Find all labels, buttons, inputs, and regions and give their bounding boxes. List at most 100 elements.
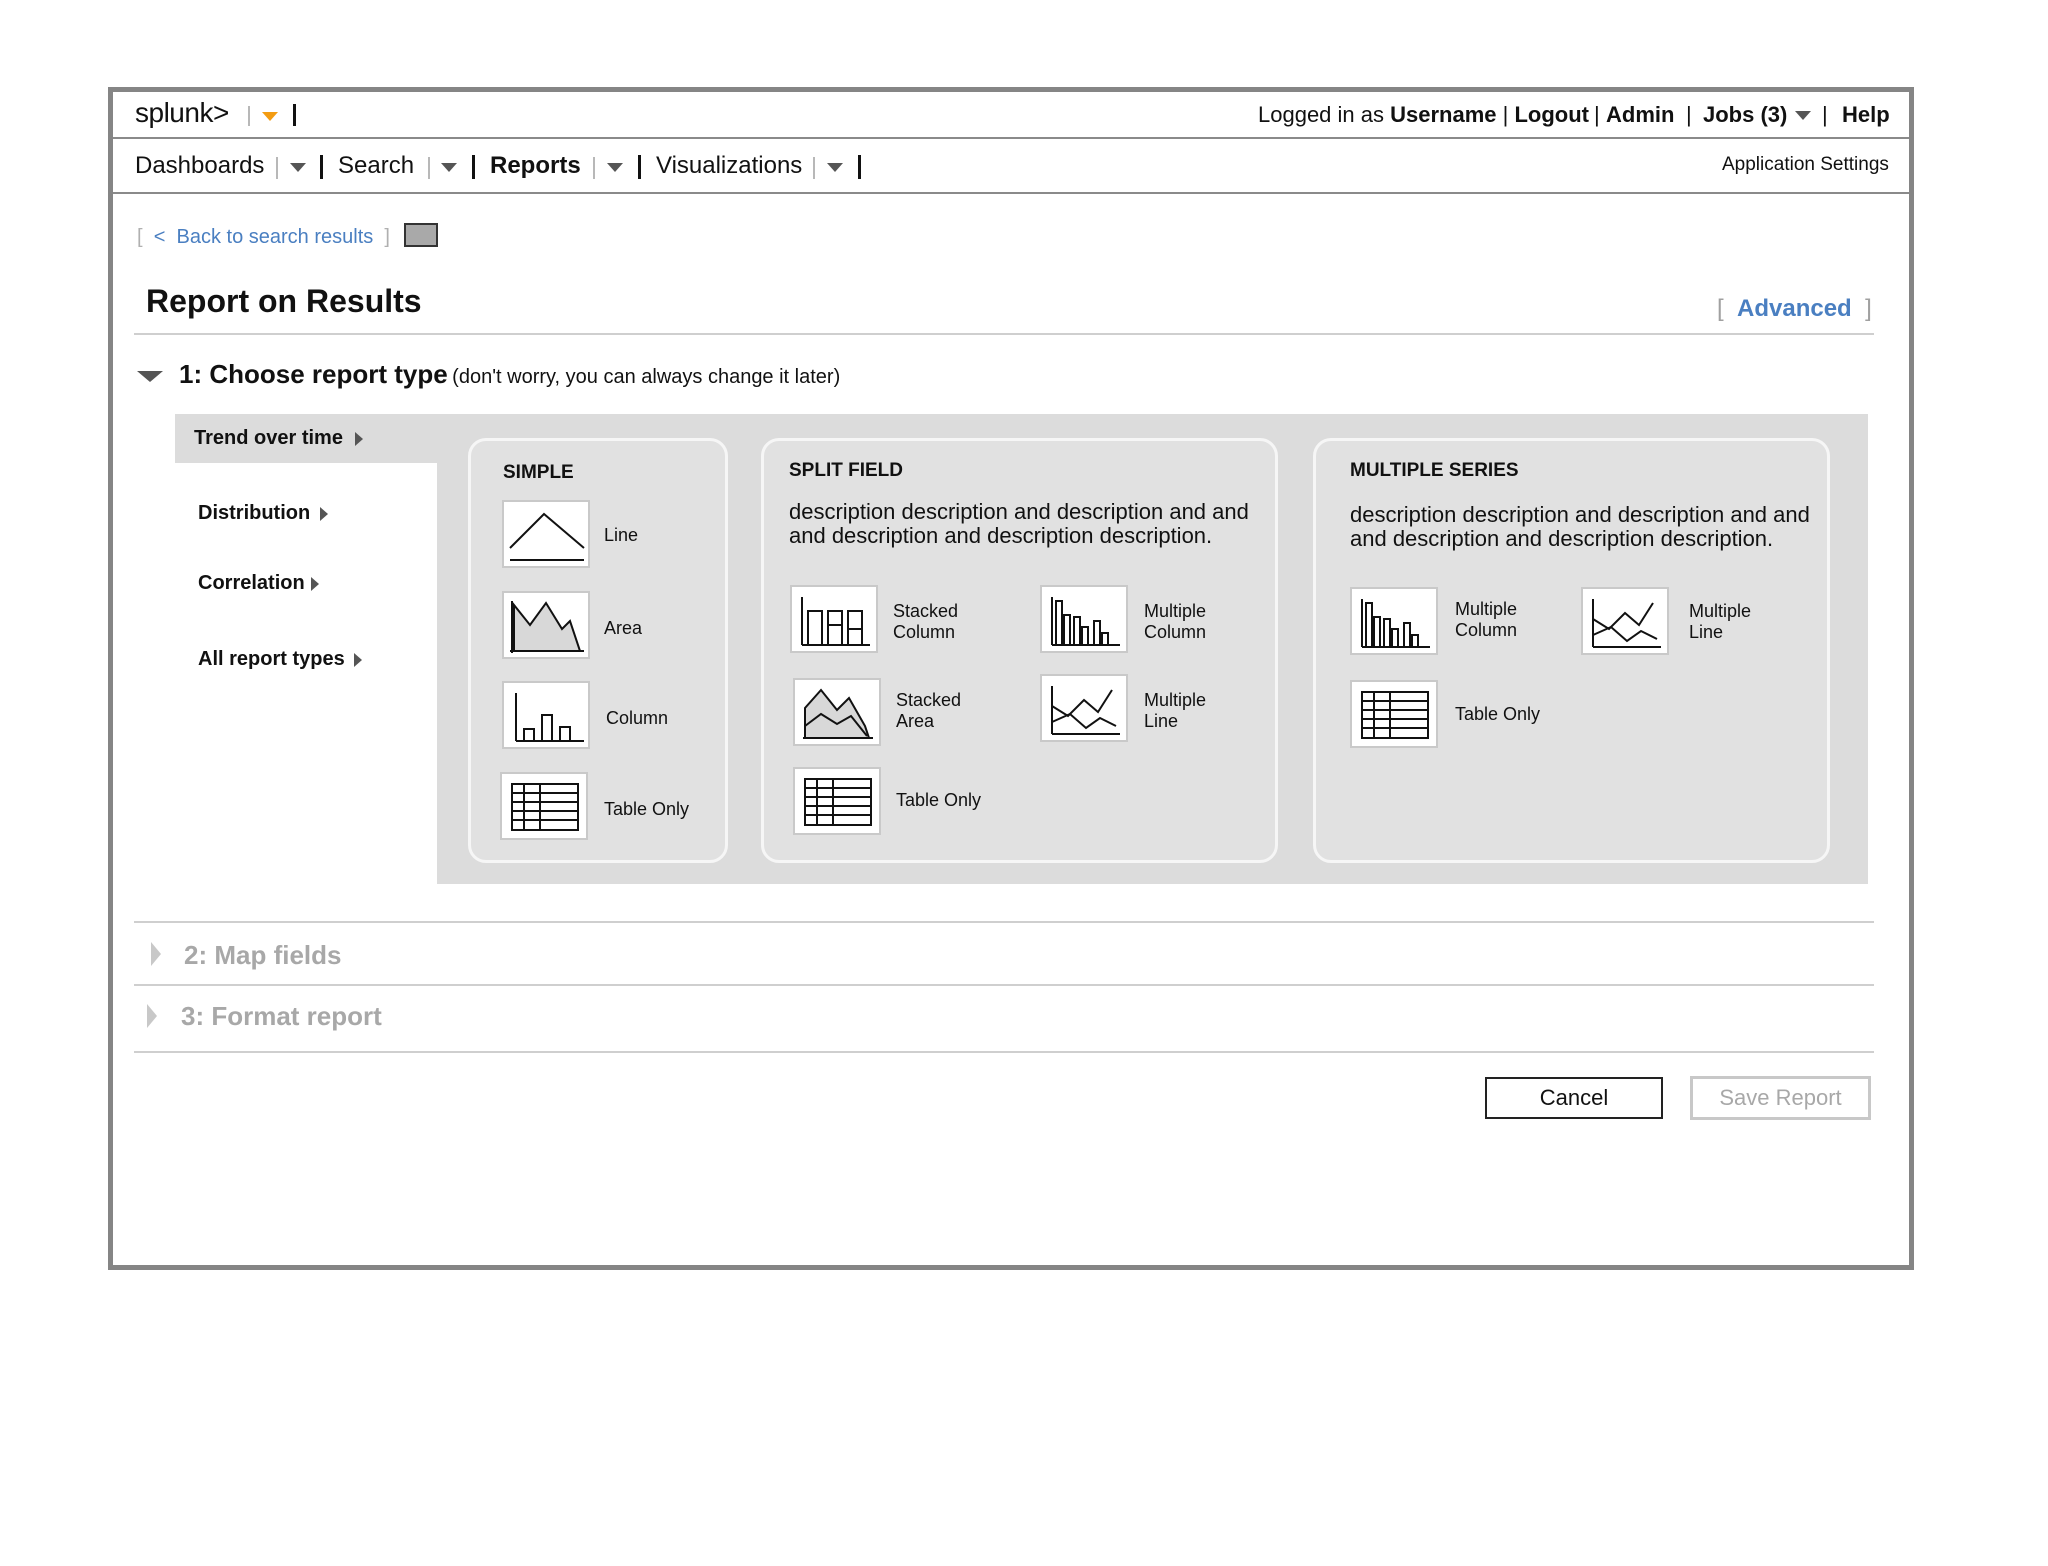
label-line: Column (1455, 620, 1518, 640)
stacked-column-label[interactable]: Stacked Column (893, 601, 958, 643)
bracket: ] (384, 226, 390, 248)
multiple-table-only-label[interactable]: Table Only (1455, 704, 1540, 725)
expanded-caret-icon[interactable] (137, 371, 163, 382)
username: Username (1390, 102, 1497, 127)
separator: | (1594, 102, 1600, 127)
divider (134, 921, 1874, 923)
line-chart-option[interactable] (502, 500, 590, 568)
chevron-right-icon (311, 577, 319, 591)
separator (428, 157, 430, 179)
label-line: Multiple (1144, 601, 1207, 621)
jobs-dropdown-icon[interactable] (1795, 111, 1811, 120)
dashboards-dropdown-icon[interactable] (290, 163, 306, 172)
stacked-column-option[interactable] (790, 585, 878, 653)
chevron-right-icon (355, 432, 363, 446)
logout-link[interactable]: Logout (1514, 102, 1589, 127)
chevron-right-icon (354, 653, 362, 667)
stacked-area-label[interactable]: Stacked Area (896, 690, 961, 732)
multiple-line-option[interactable] (1040, 674, 1128, 742)
help-link[interactable]: Help (1842, 102, 1890, 128)
separator (472, 155, 475, 179)
stacked-area-option[interactable] (793, 678, 881, 746)
table-only-label[interactable]: Table Only (604, 799, 689, 820)
reports-dropdown-icon[interactable] (607, 163, 623, 172)
report-type-all[interactable]: All report types (198, 648, 345, 671)
line-chart-label[interactable]: Line (604, 525, 638, 546)
stacked-column-icon (801, 597, 870, 646)
splunk-logo[interactable]: splunk> (135, 97, 229, 129)
search-dropdown-icon[interactable] (441, 163, 457, 172)
nav-search[interactable]: Search (338, 152, 414, 180)
split-field-title: SPLIT FIELD (789, 460, 903, 481)
multiple-line-icon (1592, 599, 1661, 648)
save-report-button[interactable]: Save Report (1690, 1076, 1871, 1120)
divider (134, 333, 1874, 335)
multiple-column-icon (1361, 599, 1430, 648)
separator: | (1686, 102, 1692, 127)
label-line: Stacked (893, 601, 959, 621)
area-chart-label[interactable]: Area (604, 618, 642, 639)
divider (134, 1051, 1874, 1053)
collapsed-caret-icon[interactable] (151, 942, 161, 966)
separator (638, 155, 641, 179)
back-thumbnail[interactable] (404, 223, 438, 247)
application-settings-link[interactable]: Application Settings (1722, 154, 1889, 176)
label-line: Multiple (1689, 601, 1752, 621)
separator (593, 157, 595, 179)
nav-dashboards[interactable]: Dashboards (135, 152, 264, 180)
area-chart-option[interactable] (502, 591, 590, 659)
user-bar: Logged in as Username | Logout (1258, 102, 1589, 128)
step1-header[interactable]: 1: Choose report type (don't worry, you … (179, 359, 840, 390)
label-line: Column (893, 622, 956, 642)
multiple-column-label[interactable]: Multiple Column (1455, 599, 1517, 641)
label-line: Multiple (1144, 690, 1207, 710)
step3-title[interactable]: 3: Format report (181, 1001, 382, 1032)
split-table-only-option[interactable] (793, 767, 881, 835)
split-table-only-label[interactable]: Table Only (896, 790, 981, 811)
advanced-label[interactable]: Advanced (1737, 295, 1852, 322)
multiple-line-icon (1051, 686, 1120, 735)
area-chart-icon (510, 601, 584, 653)
visualizations-dropdown-icon[interactable] (827, 163, 843, 172)
app-menu-caret-icon[interactable] (262, 112, 278, 121)
back-link[interactable]: [ < Back to search results ] (137, 226, 390, 249)
multiple-table-only-option[interactable] (1350, 680, 1438, 748)
stacked-area-icon (803, 688, 873, 739)
step1-title: 1: Choose report type (179, 359, 448, 389)
report-type-correlation[interactable]: Correlation (198, 572, 305, 595)
table-icon (511, 783, 579, 831)
admin-link[interactable]: Admin (1606, 102, 1674, 128)
cancel-button[interactable]: Cancel (1485, 1077, 1663, 1119)
multiple-column-option[interactable] (1350, 587, 1438, 655)
jobs-link[interactable]: Jobs (3) (1703, 102, 1787, 128)
multiple-series-title: MULTIPLE SERIES (1350, 460, 1519, 481)
report-type-trend[interactable]: Trend over time (194, 427, 343, 450)
report-type-distribution[interactable]: Distribution (198, 502, 310, 525)
separator (293, 104, 296, 126)
advanced-link[interactable]: [ Advanced ] (1717, 295, 1872, 323)
column-chart-option[interactable] (502, 681, 590, 749)
multiple-line-label[interactable]: Multiple Line (1144, 690, 1206, 732)
chevron-right-icon (320, 507, 328, 521)
label-line: Area (896, 711, 935, 731)
divider (113, 137, 1909, 139)
collapsed-caret-icon[interactable] (147, 1004, 157, 1028)
bracket: [ (137, 226, 143, 248)
label-line: Multiple (1455, 599, 1518, 619)
multiple-line-option[interactable] (1581, 587, 1669, 655)
nav-visualizations[interactable]: Visualizations (656, 152, 802, 180)
column-chart-label[interactable]: Column (606, 708, 668, 729)
multiple-column-option[interactable] (1040, 585, 1128, 653)
multiple-column-label[interactable]: Multiple Column (1144, 601, 1206, 643)
multiple-line-label[interactable]: Multiple Line (1689, 601, 1751, 643)
bracket: ] (1865, 295, 1872, 322)
divider (113, 192, 1909, 194)
split-field-description: description description and description … (789, 499, 1249, 548)
nav-reports[interactable]: Reports (490, 152, 581, 180)
multiple-series-description: description description and description … (1350, 502, 1810, 551)
label-line: Line (1144, 711, 1179, 731)
back-link-label[interactable]: Back to search results (177, 226, 374, 248)
step2-title[interactable]: 2: Map fields (184, 940, 341, 971)
table-only-option[interactable] (500, 772, 588, 840)
line-chart-icon (509, 512, 585, 561)
